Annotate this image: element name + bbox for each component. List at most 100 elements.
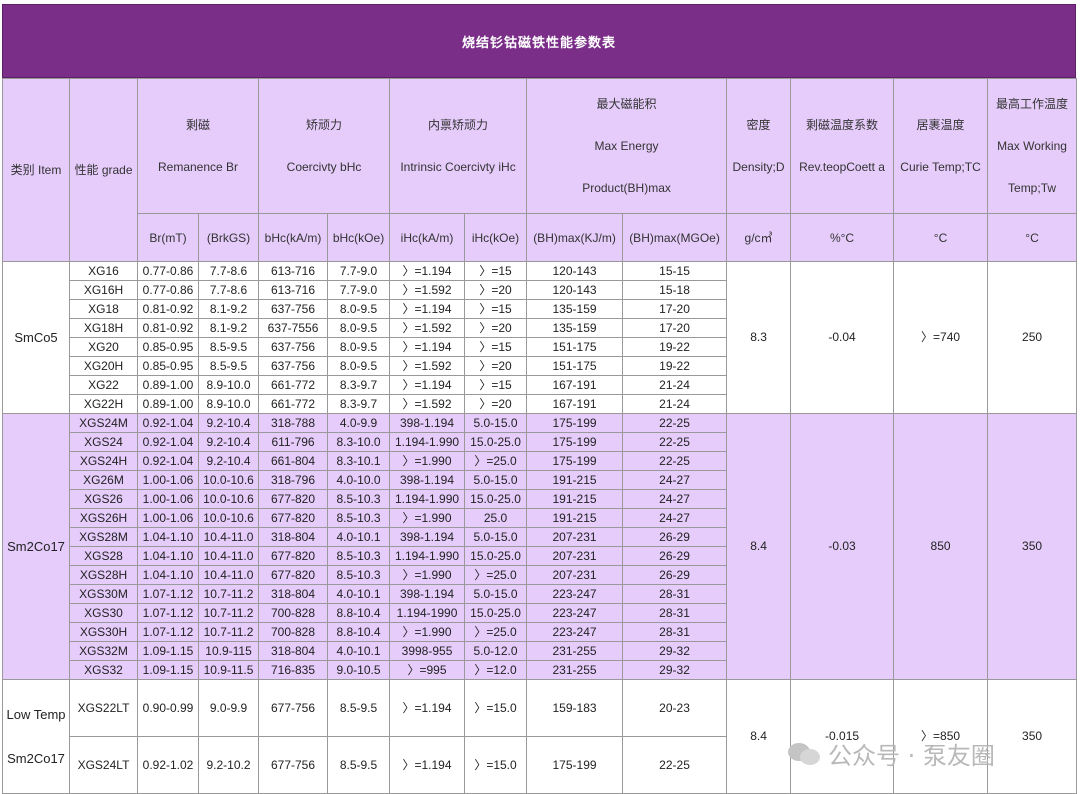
br-mt-cell: 1.07-1.12 [137,584,199,604]
grade-cell: XGS22LT [69,679,138,737]
grade-cell: XG22H [69,394,138,414]
header-category: 类别 Item [2,78,70,262]
ihc-kam-cell: 〉=1.990 [389,508,466,528]
bhc-kam-cell: 700-828 [258,622,329,642]
bhc-kam-cell: 318-804 [258,584,329,604]
ihc-kam-cell: 〉=1.194 [389,375,466,395]
grade-cell: XG18 [69,299,138,319]
header-temp-coeff: 剩磁温度系数 Rev.teopCoett a [790,78,895,214]
bhc-koe-cell: 8.0-9.5 [327,299,391,319]
ihc-koe-cell: 5.0-15.0 [464,470,528,490]
br-mt-cell: 0.89-1.00 [137,375,199,395]
grade-cell: XGS24M [69,413,138,433]
header-working: 最高工作温度 Max Working Temp;Tw [987,78,1078,214]
ihc-koe-cell: 〉=25.0 [464,565,528,585]
table-row: SmCo5 XG16 0.77-0.86 7.7-8.6 613-716 7.7-9.0 〉… [2,261,1078,414]
ihc-koe-cell: 5.0-15.0 [464,584,528,604]
unit-cell: (BrkGS) [197,213,260,262]
bhmax-mgoe-cell: 29-32 [622,660,728,680]
bhmax-kjm-cell: 135-159 [526,299,624,319]
ihc-koe-cell: 5.0-15.0 [464,413,528,433]
watermark: 公众号 · 泵友圈 [788,736,995,771]
unit-cell: °C [893,213,989,262]
bhmax-mgoe-cell: 22-25 [622,432,728,452]
br-kgs-cell: 9.2-10.4 [197,413,260,433]
bhc-koe-cell: 8.0-9.5 [327,337,391,357]
density-cell: 8.4 [726,413,792,680]
ihc-koe-cell: 〉=25.0 [464,451,528,471]
br-mt-cell: 0.85-0.95 [137,337,199,357]
br-kgs-cell: 9.2-10.4 [197,451,260,471]
bhmax-mgoe-cell: 26-29 [622,565,728,585]
ihc-kam-cell: 〉=1.194 [389,679,466,737]
header-intrinsic: 内禀矫顽力 Intrinsic Coercivty iHc [389,78,528,214]
br-mt-cell: 1.04-1.10 [137,565,199,585]
br-mt-cell: 0.92-1.02 [137,736,199,794]
bhc-koe-cell: 8.5-10.3 [327,489,391,509]
bhmax-mgoe-cell: 24-27 [622,508,728,528]
bhc-koe-cell: 8.8-10.4 [327,622,391,642]
bhmax-kjm-cell: 231-255 [526,660,624,680]
group-sm2co17: Sm2Co17 XGS24M 0.92-1.04 9.2-10.4 318-788 4.0… [2,413,1078,680]
bhmax-mgoe-cell: 28-31 [622,603,728,623]
bhmax-kjm-cell: 191-215 [526,470,624,490]
br-mt-cell: 1.00-1.06 [137,508,199,528]
grade-cell: XG20H [69,356,138,376]
unit-cell: bHc(kA/m) [258,213,329,262]
bhc-kam-cell: 677-820 [258,508,329,528]
bhc-kam-cell: 613-716 [258,261,329,281]
bhc-koe-cell: 8.3-9.7 [327,375,391,395]
grade-cell: XG26M [69,470,138,490]
bhmax-mgoe-cell: 22-25 [622,736,728,794]
br-kgs-cell: 7.7-8.6 [197,261,260,281]
temp-coeff-cell: -0.03 [790,413,895,680]
bhmax-mgoe-cell: 28-31 [622,622,728,642]
curie-cell: 850 [893,413,989,680]
grade-cell: XGS26H [69,508,138,528]
bhc-koe-cell: 4.0-10.1 [327,584,391,604]
header-energy: 最大磁能积 Max Energy Product(BH)max [526,78,728,214]
br-mt-cell: 0.89-1.00 [137,394,199,414]
bhmax-kjm-cell: 175-199 [526,413,624,433]
br-kgs-cell: 10.0-10.6 [197,508,260,528]
header-curie: 居裹温度 Curie Temp;TC [893,78,989,214]
bhmax-mgoe-cell: 22-25 [622,413,728,433]
temp-coeff-cell: -0.04 [790,261,895,414]
br-kgs-cell: 8.9-10.0 [197,394,260,414]
bhc-koe-cell: 4.0-9.9 [327,413,391,433]
bhc-kam-cell: 677-756 [258,679,329,737]
br-kgs-cell: 10.7-11.2 [197,584,260,604]
density-cell: 8.3 [726,261,792,414]
unit-cell: (BH)max(MGOe) [622,213,728,262]
parameter-table: 类别 Item 性能 grade 剩磁 Remanence Br 矫顽力 Coe… [2,78,1078,794]
ihc-kam-cell: 3998-955 [389,641,466,661]
bhmax-mgoe-cell: 20-23 [622,679,728,737]
header-density-cn: 密度 [746,118,771,132]
ihc-kam-cell: 398-1.194 [389,584,466,604]
br-kgs-cell: 10.4-11.0 [197,565,260,585]
bhmax-kjm-cell: 135-159 [526,318,624,338]
br-kgs-cell: 10.0-10.6 [197,470,260,490]
ihc-koe-cell: 〉=15 [464,375,528,395]
header-energy-en1: Max Energy [594,139,659,153]
br-kgs-cell: 9.0-9.9 [197,679,260,737]
table-container: 烧结钐钴磁铁性能参数表 类别 Item 性能 grade 剩磁 Remanenc… [2,4,1078,794]
header-remanence-cn: 剩磁 [186,118,211,132]
bhc-kam-cell: 677-820 [258,546,329,566]
br-kgs-cell: 10.4-11.0 [197,527,260,547]
bhc-kam-cell: 318-788 [258,413,329,433]
bhc-kam-cell: 318-796 [258,470,329,490]
grade-cell: XGS28M [69,527,138,547]
br-mt-cell: 1.00-1.06 [137,489,199,509]
ihc-kam-cell: 〉=1.592 [389,318,466,338]
bhc-koe-cell: 4.0-10.1 [327,527,391,547]
header-temp-coeff-cn: 剩磁温度系数 [806,118,879,132]
br-mt-cell: 1.07-1.12 [137,603,199,623]
ihc-kam-cell: 〉=1.194 [389,736,466,794]
header-energy-en2: Product(BH)max [582,181,671,195]
ihc-kam-cell: 398-1.194 [389,527,466,547]
bhc-kam-cell: 637-756 [258,299,329,319]
table-title: 烧结钐钴磁铁性能参数表 [2,4,1076,78]
unit-cell: (BH)max(KJ/m) [526,213,624,262]
bhmax-kjm-cell: 223-247 [526,622,624,642]
